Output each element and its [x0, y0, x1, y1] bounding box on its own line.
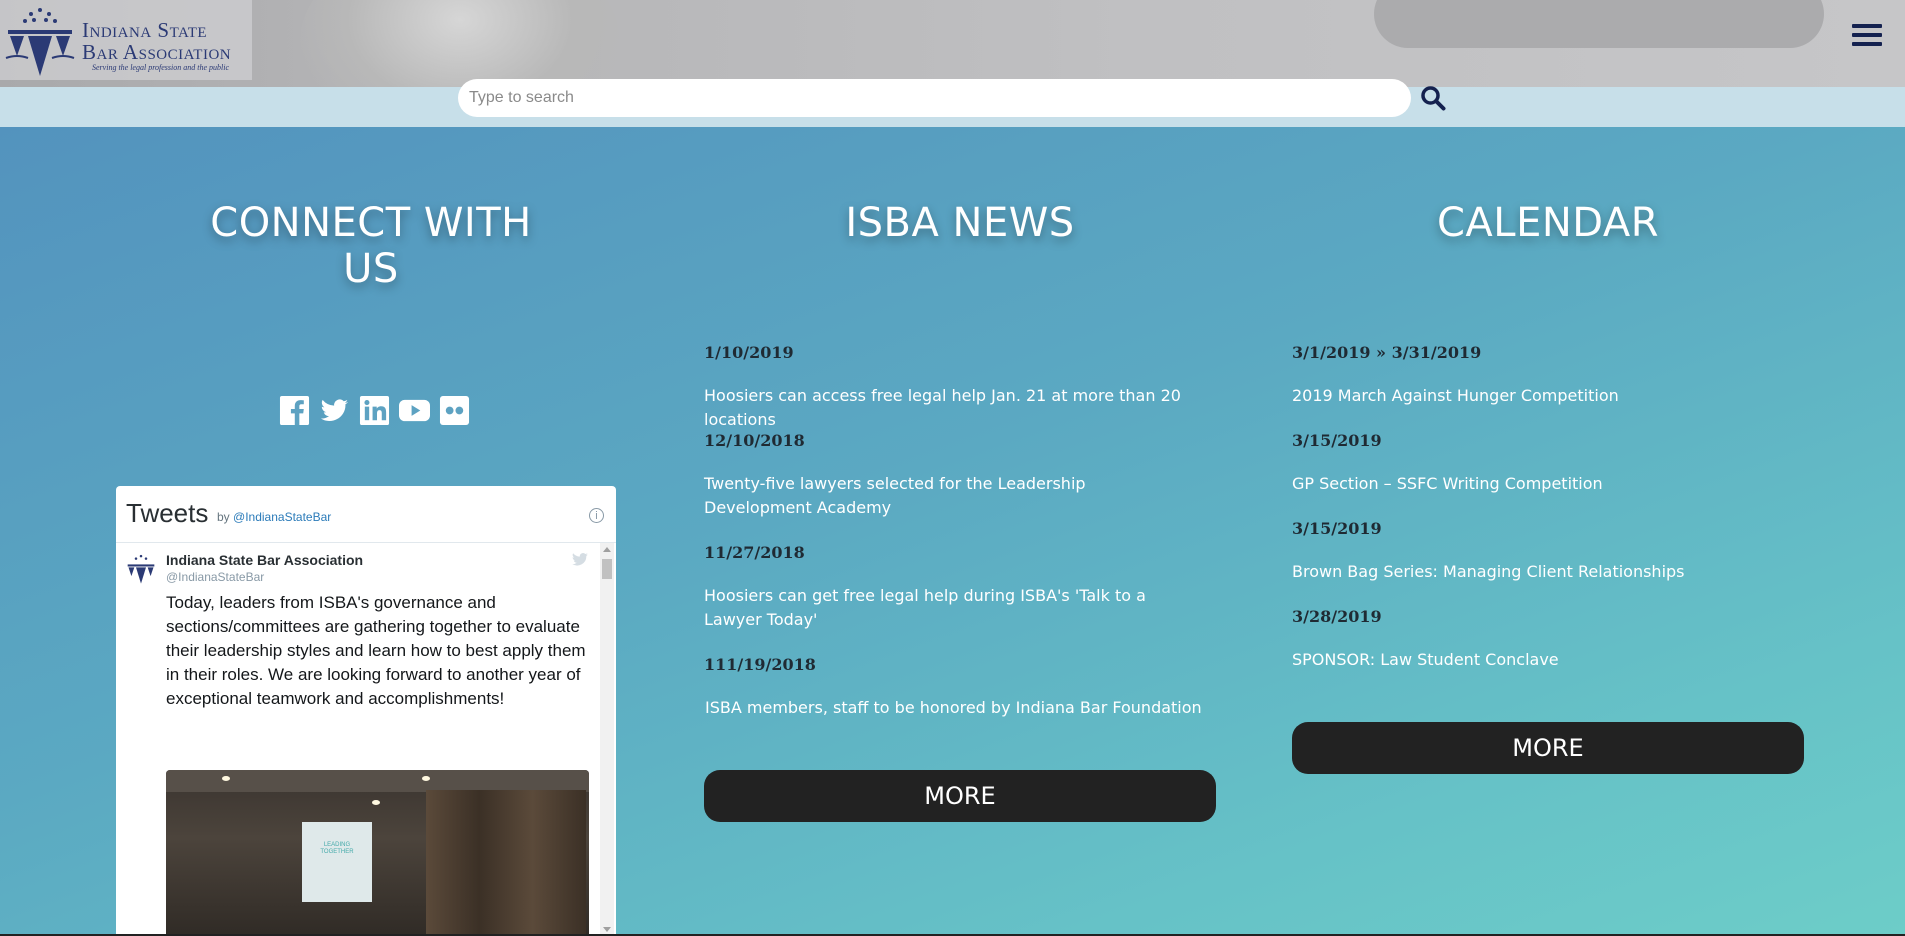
news-date: 1/10/2019 — [704, 343, 794, 362]
header-hero: Indiana State Bar Association Serving th… — [0, 0, 1905, 87]
logo-line1: Indiana State — [82, 18, 208, 42]
news-item-link[interactable]: Hoosiers can access free legal help Jan.… — [704, 384, 1224, 432]
twitter-by-label: by — [217, 510, 230, 524]
calendar-event-link[interactable]: Brown Bag Series: Managing Client Relati… — [1292, 560, 1792, 584]
search-icon[interactable] — [1420, 85, 1446, 111]
tweet-author-handle[interactable]: @IndianaStateBar — [166, 570, 264, 584]
twitter-widget-title: Tweets — [126, 498, 209, 528]
flickr-icon[interactable] — [439, 395, 470, 426]
news-item-link[interactable]: Hoosiers can get free legal help during … — [704, 584, 1184, 632]
calendar-event-link[interactable]: 2019 March Against Hunger Competition — [1292, 384, 1792, 408]
social-icons — [279, 395, 470, 426]
avatar[interactable] — [126, 554, 156, 584]
linkedin-icon[interactable] — [359, 395, 390, 426]
isba-logo[interactable]: Indiana State Bar Association Serving th… — [0, 0, 252, 80]
twitter-widget-scrollbar[interactable] — [600, 543, 614, 936]
facebook-icon[interactable] — [279, 395, 310, 426]
connect-title: CONNECT WITH US — [210, 200, 532, 292]
hero-background-image — [300, 0, 620, 87]
news-title: ISBA NEWS — [845, 200, 1075, 246]
calendar-date: 3/15/2019 — [1292, 519, 1382, 538]
calendar-date: 3/15/2019 — [1292, 431, 1382, 450]
tweet-photo-screen-text: LEADING TOGETHER — [320, 842, 354, 855]
twitter-handle-link[interactable]: @IndianaStateBar — [233, 510, 331, 524]
tweet-text: Today, leaders from ISBA's governance an… — [166, 593, 586, 708]
header-decorative-pill — [1374, 0, 1824, 48]
news-date: 111/19/2018 — [704, 655, 816, 674]
info-icon[interactable]: i — [589, 508, 604, 523]
search-input[interactable] — [458, 79, 1411, 117]
logo-tagline: Serving the legal profession and the pub… — [92, 63, 230, 72]
calendar-more-button[interactable]: MORE — [1292, 722, 1804, 774]
tweet-photo-screen: LEADING TOGETHER — [302, 822, 372, 902]
twitter-widget-byline: by @IndianaStateBar — [217, 510, 331, 524]
tweet-author-name[interactable]: Indiana State Bar Association — [166, 552, 363, 568]
calendar-date: 3/1/2019 » 3/31/2019 — [1292, 343, 1482, 362]
twitter-icon[interactable] — [319, 395, 350, 426]
logo-emblem-icon — [5, 8, 75, 76]
calendar-title: CALENDAR — [1436, 200, 1660, 246]
logo-line2: Bar Association — [82, 40, 232, 64]
news-item-link[interactable]: Twenty-five lawyers selected for the Lea… — [704, 472, 1184, 520]
twitter-timeline-widget[interactable]: Tweets by @IndianaStateBar i Indiana Sta… — [116, 486, 616, 936]
twitter-widget-header: Tweets by @IndianaStateBar i — [116, 486, 616, 543]
logo-wordmark: Indiana State Bar Association Serving th… — [82, 18, 232, 73]
hamburger-menu-icon[interactable] — [1852, 24, 1882, 54]
calendar-event-link[interactable]: SPONSOR: Law Student Conclave — [1292, 648, 1792, 672]
news-item-link[interactable]: ISBA members, staff to be honored by Ind… — [705, 696, 1225, 720]
news-date: 12/10/2018 — [704, 431, 805, 450]
news-date: 11/27/2018 — [704, 543, 805, 562]
calendar-event-link[interactable]: GP Section – SSFC Writing Competition — [1292, 472, 1792, 496]
news-more-button[interactable]: MORE — [704, 770, 1216, 822]
twitter-bird-icon[interactable] — [571, 552, 589, 568]
calendar-date: 3/28/2019 — [1292, 607, 1382, 626]
tweet-photo[interactable]: LEADING TOGETHER — [166, 770, 589, 936]
youtube-icon[interactable] — [399, 395, 430, 426]
